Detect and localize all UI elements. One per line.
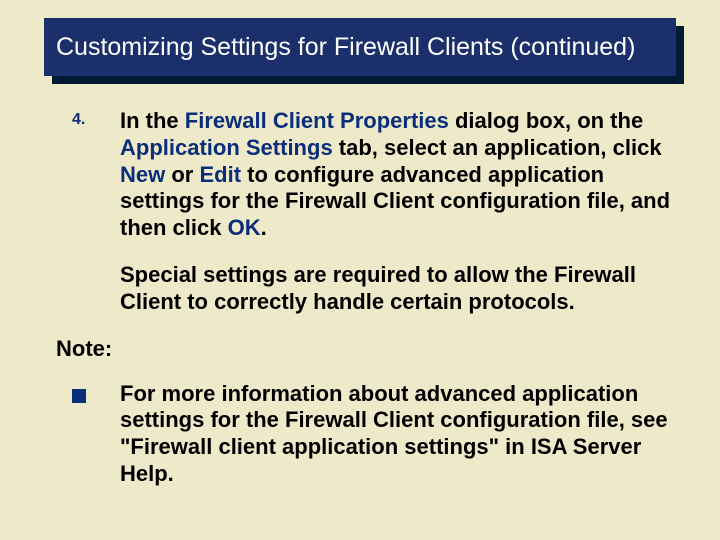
step-part: dialog box, on the bbox=[449, 108, 643, 133]
title-box: Customizing Settings for Firewall Client… bbox=[44, 18, 676, 76]
ui-ref-ok: OK bbox=[228, 215, 261, 240]
step-part: tab, select an application, click bbox=[333, 135, 662, 160]
step-row: 4. In the Firewall Client Properties dia… bbox=[72, 108, 672, 242]
ui-ref-new: New bbox=[120, 162, 165, 187]
special-row: Special settings are required to allow t… bbox=[72, 262, 672, 316]
slide-title: Customizing Settings for Firewall Client… bbox=[56, 33, 635, 62]
step-part: . bbox=[261, 215, 267, 240]
title-bar: Customizing Settings for Firewall Client… bbox=[44, 18, 676, 76]
note-body: For more information about advanced appl… bbox=[120, 381, 672, 488]
step-part: or bbox=[165, 162, 199, 187]
square-bullet-icon bbox=[72, 389, 86, 403]
note-label: Note: bbox=[56, 336, 672, 363]
note-row: For more information about advanced appl… bbox=[72, 381, 672, 488]
special-text: Special settings are required to allow t… bbox=[120, 262, 672, 316]
step-part: In the bbox=[120, 108, 185, 133]
slide: Customizing Settings for Firewall Client… bbox=[0, 0, 720, 540]
slide-body: 4. In the Firewall Client Properties dia… bbox=[72, 108, 672, 508]
step-text: In the Firewall Client Properties dialog… bbox=[120, 108, 672, 242]
empty-marker bbox=[72, 262, 120, 316]
ui-ref-firewall-client-properties: Firewall Client Properties bbox=[185, 108, 449, 133]
step-number-marker: 4. bbox=[72, 108, 120, 242]
ui-ref-edit: Edit bbox=[199, 162, 241, 187]
ui-ref-application-settings: Application Settings bbox=[120, 135, 333, 160]
bullet-marker bbox=[72, 381, 120, 488]
step-number: 4. bbox=[72, 110, 85, 130]
